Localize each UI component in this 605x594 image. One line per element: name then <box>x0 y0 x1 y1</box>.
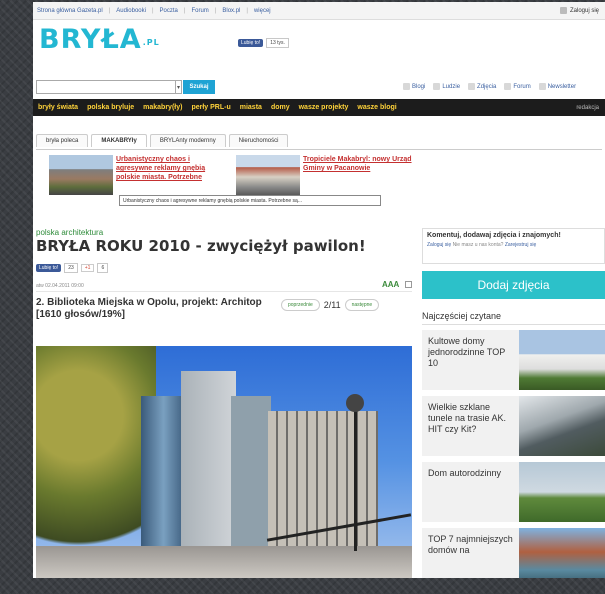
forum-link[interactable]: Forum <box>504 83 531 90</box>
site-logo[interactable]: BRYŁA.PL <box>39 24 160 55</box>
article-meta: atw 02.04.2011 09:00 <box>36 283 84 289</box>
photo-building <box>181 371 236 556</box>
tabs-divider <box>36 149 602 150</box>
google-plus-button[interactable]: +1 <box>80 264 95 272</box>
community-box: Komentuj, dodawaj zdjęcia i znajomych! Z… <box>422 228 605 264</box>
speech-bubble-icon <box>504 83 512 90</box>
facebook-like-widget: Lubię to! 13 tys. <box>238 38 289 48</box>
topbar-link-mail[interactable]: Poczta <box>160 8 178 14</box>
popular-divider <box>422 324 605 325</box>
popular-item-title: Dom autorodzinny <box>428 468 502 478</box>
nav-item-projects[interactable]: wasze projekty <box>299 104 349 111</box>
font-size-control[interactable]: AAA <box>382 280 399 289</box>
tab-recommended[interactable]: bryła poleca <box>36 134 89 147</box>
facebook-like-button[interactable]: Lubię to! <box>36 264 62 272</box>
login-label: Zaloguj się <box>569 7 599 14</box>
add-photo-button[interactable]: Dodaj zdjęcia <box>422 271 605 299</box>
main-nav: bryły świata polska bryluje makabry(ły) … <box>33 99 605 116</box>
browser-screen: Strona główna Gazeta.pl | Audiobooki | Poc… <box>33 2 605 578</box>
right-sidebar: Komentuj, dodawaj zdjęcia i znajomych! Z… <box>422 228 605 578</box>
link-tooltip: Urbanistyczny chaos i agresywne reklamy … <box>119 195 381 206</box>
teaser-link[interactable]: Tropiciele Makabryl: nowy Urząd Gminy w … <box>303 155 415 173</box>
facebook-like-count: 13 tys. <box>266 38 289 48</box>
nav-item-world[interactable]: bryły świata <box>38 104 78 111</box>
nav-item-polish[interactable]: polska bryluje <box>87 104 134 111</box>
newsletter-link[interactable]: Newsletter <box>538 83 576 90</box>
popular-item[interactable]: TOP 7 najmniejszych domów na <box>422 528 605 578</box>
popular-item[interactable]: Kultowe domy jednorodzinne TOP 10 <box>422 330 605 390</box>
blogs-link[interactable]: Blogi <box>403 83 425 90</box>
facebook-like-count: 23 <box>64 263 78 273</box>
people-link[interactable]: Ludzie <box>433 83 460 90</box>
nav-item-makabry[interactable]: makabry(ły) <box>143 104 182 111</box>
popular-heading: Najczęściej czytane <box>422 311 502 321</box>
popular-item-title: Wielkie szklane tunele na trasie AK. HIT… <box>428 402 507 434</box>
tab-brylanty[interactable]: BRYLAnty modernny <box>149 134 226 147</box>
teaser-thumbnail[interactable] <box>49 155 113 195</box>
nav-item-editorial[interactable]: redakcja <box>576 105 599 111</box>
search-input[interactable] <box>36 80 176 94</box>
photo-street-lamp <box>354 401 357 551</box>
community-links: Blogi Ludzie Zdjęcia Forum Newsletter <box>403 83 576 90</box>
facebook-like-button[interactable]: Lubię to! <box>238 39 264 47</box>
photos-link[interactable]: Zdjęcia <box>468 83 496 90</box>
share-buttons: Lubię to! 23 +1 6 <box>36 263 109 273</box>
popular-item-title: Kultowe domy jednorodzinne TOP 10 <box>428 336 506 368</box>
no-account-text: Nie masz u nas konta? <box>452 242 504 248</box>
photo-glass-facade <box>141 396 186 556</box>
community-links: Zaloguj się Nie masz u nas konta? Zareje… <box>427 242 600 248</box>
previous-button[interactable]: poprzednie <box>281 299 320 311</box>
topbar-link-audiobooks[interactable]: Audiobooki <box>116 8 146 14</box>
topbar-link-home[interactable]: Strona główna Gazeta.pl <box>37 8 103 14</box>
topbar-link-more[interactable]: więcej <box>254 8 271 14</box>
nav-item-blogs[interactable]: wasze blogi <box>357 104 396 111</box>
envelope-icon <box>538 83 546 90</box>
photo-building <box>231 396 271 556</box>
print-icon[interactable] <box>405 281 412 288</box>
tab-real-estate[interactable]: Nieruchomości <box>228 134 289 147</box>
logo-suffix: .PL <box>142 38 160 47</box>
nav-item-houses[interactable]: domy <box>271 104 290 111</box>
login-link[interactable]: Zaloguj się <box>559 7 599 14</box>
gallery-caption: 2. Biblioteka Miejska w Opolu, projekt: … <box>36 297 262 320</box>
search-dropdown-icon[interactable]: ▾ <box>176 80 182 94</box>
popular-item-thumbnail <box>519 528 605 578</box>
content-tabs: bryła poleca MAKABRYły BRYLAnty modernny… <box>36 134 289 147</box>
pencil-icon <box>403 83 410 90</box>
teaser-thumbnail[interactable] <box>236 155 300 195</box>
gallery-pager: poprzednie 2/11 następne <box>281 299 380 311</box>
page-counter: 2/11 <box>323 300 341 310</box>
camera-icon <box>468 83 476 90</box>
nav-item-cities[interactable]: miasta <box>240 104 262 111</box>
popular-item-thumbnail <box>519 330 605 390</box>
popular-item-title: TOP 7 najmniejszych domów na <box>428 534 513 555</box>
next-button[interactable]: następne <box>344 299 380 311</box>
article-title: BRYŁA ROKU 2010 - zwyciężył pawilon! <box>36 237 366 255</box>
article-divider <box>36 291 412 292</box>
popular-item[interactable]: Wielkie szklane tunele na trasie AK. HIT… <box>422 396 605 456</box>
teaser-link[interactable]: Urbanistyczny chaos i agresywne reklamy … <box>116 155 228 182</box>
popular-item-thumbnail <box>519 462 605 522</box>
register-link[interactable]: Zarejestruj się <box>505 242 536 248</box>
popular-item[interactable]: Dom autorodzinny <box>422 462 605 522</box>
photo-old-building <box>268 411 378 556</box>
login-link[interactable]: Zaloguj się <box>427 242 451 248</box>
photo-lamp-head <box>346 394 364 412</box>
topbar-link-forum[interactable]: Forum <box>191 8 208 14</box>
top-links-bar: Strona główna Gazeta.pl | Audiobooki | Poc… <box>33 2 605 20</box>
photo-tree <box>36 346 156 578</box>
nav-item-prl[interactable]: perły PRL-u <box>191 104 230 111</box>
google-plus-count: 6 <box>97 263 109 273</box>
popular-item-thumbnail <box>519 396 605 456</box>
gallery-photo[interactable] <box>36 346 412 578</box>
people-icon <box>433 83 441 90</box>
user-icon <box>559 7 567 14</box>
logo-text: BRYŁA <box>39 24 142 55</box>
community-title: Komentuj, dodawaj zdjęcia i znajomych! <box>427 232 561 239</box>
topbar-link-blox[interactable]: Blox.pl <box>222 8 240 14</box>
tab-makabryly[interactable]: MAKABRYły <box>91 134 147 147</box>
search-button[interactable]: Szukaj <box>183 80 215 94</box>
section-label[interactable]: polska architektura <box>36 228 103 237</box>
